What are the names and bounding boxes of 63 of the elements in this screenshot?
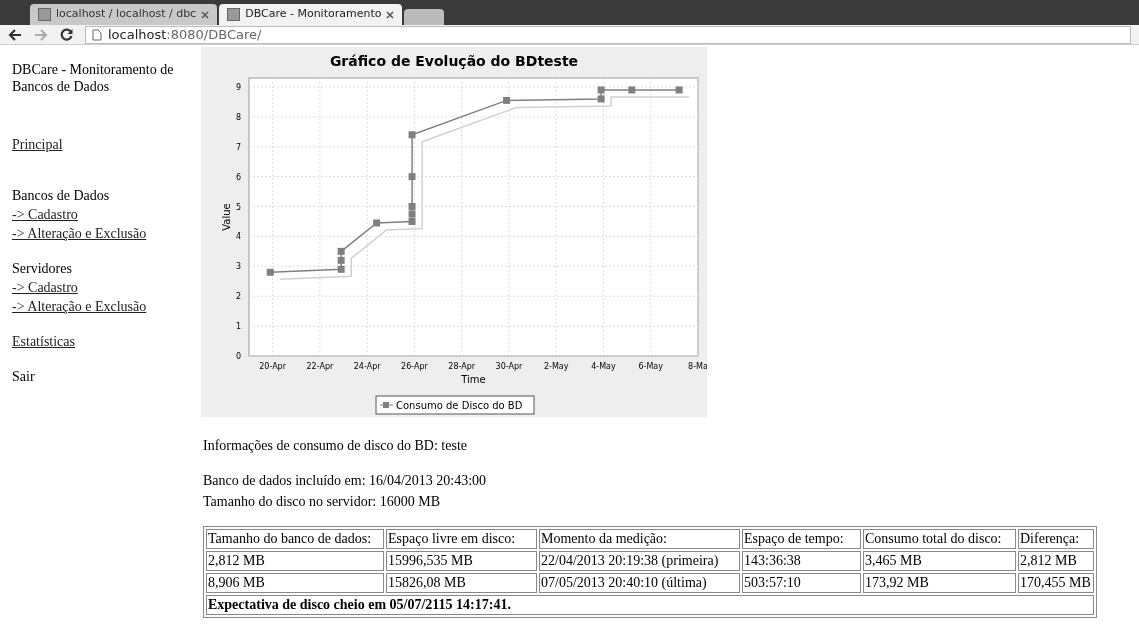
y-tick-label: 6: [235, 172, 241, 182]
table-cell: 3,465 MB: [863, 551, 1016, 571]
y-tick-label: 7: [235, 142, 241, 152]
y-tick-label: 3: [235, 262, 241, 272]
y-tick-label: 8: [235, 112, 241, 122]
table-cell: 22/04/2013 20:19:38 (primeira): [539, 551, 740, 571]
y-tick-label: 1: [235, 322, 241, 332]
x-tick-label: 28-Apr: [448, 362, 476, 371]
x-tick-label: 20-Apr: [259, 362, 286, 371]
table-cell: 2,812 MB: [1018, 551, 1094, 571]
x-tick-label: 24-Apr: [353, 362, 381, 371]
address-bar[interactable]: localhost:8080/DBCare/: [85, 25, 1131, 44]
site-title: DBCare - Monitoramento de Bancos de Dados: [12, 61, 175, 95]
nav-link[interactable]: -> Cadastro: [12, 278, 78, 297]
x-tick-label: 22-Apr: [306, 362, 334, 371]
y-tick-label: 4: [235, 232, 241, 242]
table-cell: 2,812 MB: [206, 551, 384, 571]
included-date: Banco de dados incluído em: 16/04/2013 20:43:00: [203, 472, 488, 490]
table-cell: 503:57:10: [742, 573, 861, 593]
table-cell: 15996,535 MB: [386, 551, 537, 571]
table-cell: 07/05/2013 20:40:10 (última): [539, 573, 740, 593]
y-tick-label: 9: [235, 82, 241, 92]
forecast-text: Expectativa de disco cheio em 05/07/2115 14:17:41.: [206, 595, 1094, 615]
x-axis-title: Time: [461, 374, 486, 385]
nav-link[interactable]: -> Cadastro: [12, 205, 78, 224]
table-cell: 170,455 MB: [1018, 573, 1094, 593]
disk-size: Tamanho do disco no servidor: 16000 MB: [203, 493, 441, 511]
x-tick-label: 6-May: [638, 362, 663, 371]
section-heading: Bancos de Dados: [12, 187, 111, 205]
browser-tab[interactable]: DBCare - Monitoramento: [219, 4, 403, 25]
y-tick-label: 2: [235, 292, 241, 302]
section-heading: Sair: [12, 368, 36, 386]
column-header: Tamanho do banco de dados:: [206, 529, 384, 549]
nav-link[interactable]: Estatísticas: [12, 332, 75, 351]
legend-label: Consumo de Disco do BD: [396, 400, 523, 411]
column-header: Espaço livre em disco:: [386, 529, 537, 549]
nav-link[interactable]: -> Alteração e Exclusão: [12, 224, 147, 243]
x-tick-label: 2-May: [543, 362, 569, 371]
browser-tab[interactable]: localhost / localhost / dbc: [30, 4, 218, 25]
tab-title: DBCare - Monitoramento: [245, 6, 382, 23]
nav-link[interactable]: Principal: [12, 135, 63, 154]
x-tick-label: 4-May: [591, 362, 616, 371]
url-text: localhost:8080/DBCare/: [108, 25, 262, 44]
chart-title: Gráfico de Evolução do BDteste: [329, 53, 579, 69]
nav-link[interactable]: -> Alteração e Exclusão: [12, 297, 147, 316]
y-tick-label: 5: [235, 202, 241, 212]
table-cell: 8,906 MB: [206, 573, 384, 593]
column-header: Consumo total do disco:: [863, 529, 1016, 549]
column-header: Espaço de tempo:: [742, 529, 861, 549]
x-tick-label: 8-Ma: [688, 362, 707, 371]
table-cell: 15826,08 MB: [386, 573, 537, 593]
column-header: Diferença:: [1018, 529, 1094, 549]
table-cell: 173,92 MB: [863, 573, 1016, 593]
section-heading: Servidores: [12, 260, 73, 278]
table-cell: 143:36:38: [742, 551, 861, 571]
x-tick-label: 26-Apr: [401, 362, 428, 371]
column-header: Momento da medição:: [539, 529, 740, 549]
legend: Consumo de Disco do BD: [375, 395, 535, 415]
y-axis-title: Value: [221, 203, 232, 231]
x-tick-label: 30-Apr: [495, 362, 523, 371]
info-heading: Informações de consumo de disco do BD: teste: [203, 437, 468, 455]
tab-title: localhost / localhost / dbc: [56, 6, 197, 23]
y-tick-label: 0: [235, 352, 241, 361]
